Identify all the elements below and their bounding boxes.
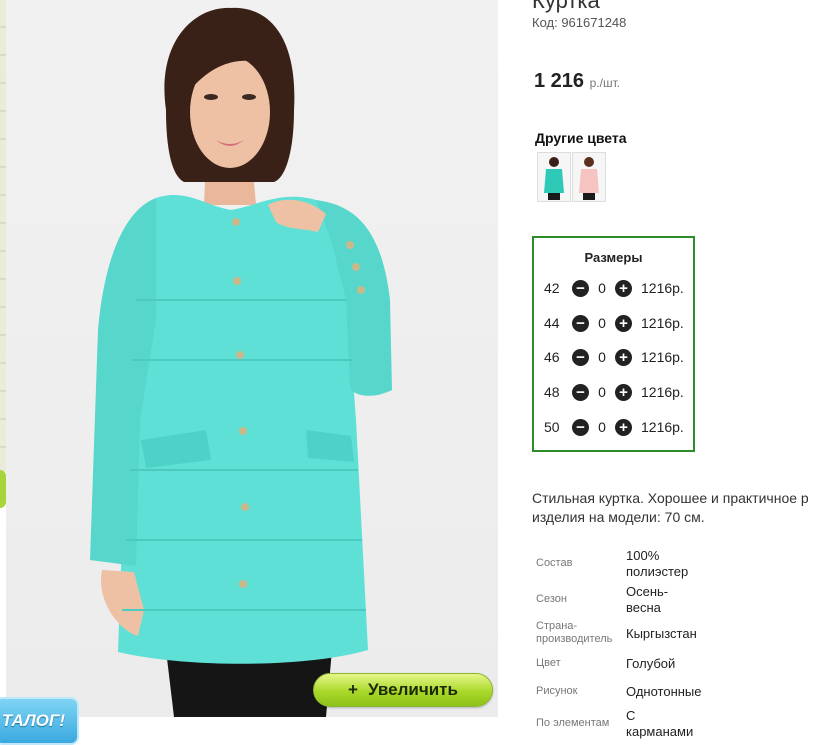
product-code: Код: 961671248: [532, 15, 627, 30]
size-price: 1216р.: [641, 280, 684, 296]
size-price: 1216р.: [641, 419, 684, 435]
attr-value-country: Кыргызстан: [626, 626, 697, 641]
plus-icon[interactable]: +: [615, 279, 632, 297]
minus-icon[interactable]: −: [572, 418, 589, 436]
catalog-badge[interactable]: ТАЛОГ!: [0, 697, 79, 745]
minus-icon[interactable]: −: [572, 314, 589, 332]
model-illustration: [90, 7, 392, 717]
plus-icon: +: [348, 680, 358, 699]
size-quantity: 0: [598, 419, 606, 435]
attr-value-color: Голубой: [626, 656, 676, 671]
color-swatch-turquoise[interactable]: [537, 152, 571, 202]
attr-label-elements: По элементам: [536, 717, 610, 729]
size-number: 50: [544, 419, 560, 435]
attr-value-season: Осень-весна: [626, 584, 669, 615]
attr-label-composition: Состав: [536, 557, 573, 569]
attr-value-elements: С карманами: [626, 708, 694, 739]
color-swatch-pink[interactable]: [572, 152, 606, 202]
product-title: Куртка: [532, 0, 600, 13]
size-row: 46 − 0 + 1216р.: [544, 347, 684, 367]
other-colors-title: Другие цвета: [535, 130, 627, 146]
size-row: 42 − 0 + 1216р.: [544, 278, 684, 298]
product-price: 1 216 р./шт.: [534, 70, 620, 93]
attr-label-pattern: Рисунок: [536, 685, 578, 697]
size-row: 50 − 0 + 1216р.: [544, 417, 684, 437]
plus-icon[interactable]: +: [615, 348, 632, 366]
product-description: Стильная куртка. Хорошее и практичное р …: [532, 489, 816, 527]
minus-icon[interactable]: −: [572, 348, 589, 366]
attr-label-color: Цвет: [536, 657, 561, 669]
attr-label-season: Сезон: [536, 593, 567, 605]
size-quantity: 0: [598, 315, 606, 331]
attr-value-composition: 100% полиэстер: [626, 548, 689, 579]
size-price: 1216р.: [641, 315, 684, 331]
plus-icon[interactable]: +: [615, 383, 632, 401]
zoom-button[interactable]: + Увеличить: [313, 673, 493, 707]
minus-icon[interactable]: −: [572, 383, 589, 401]
description-line: Стильная куртка. Хорошее и практичное р: [532, 490, 809, 506]
size-quantity: 0: [598, 384, 606, 400]
size-price: 1216р.: [641, 349, 684, 365]
plus-icon[interactable]: +: [615, 418, 632, 436]
price-value: 1 216: [534, 70, 585, 92]
swatch-turquoise-image: [544, 157, 564, 200]
sizes-panel: Размеры 42 − 0 + 1216р. 44 − 0 + 1216р. …: [532, 236, 695, 452]
size-number: 48: [544, 384, 560, 400]
plus-icon[interactable]: +: [615, 314, 632, 332]
description-line: изделия на модели: 70 см.: [532, 509, 705, 525]
price-unit: р./шт.: [589, 76, 621, 90]
sizes-title: Размеры: [584, 250, 643, 265]
size-row: 44 − 0 + 1216р.: [544, 313, 684, 333]
attr-value-pattern: Однотонные: [626, 684, 702, 699]
size-row: 48 − 0 + 1216р.: [544, 382, 684, 402]
size-price: 1216р.: [641, 384, 684, 400]
size-quantity: 0: [598, 349, 606, 365]
size-number: 46: [544, 349, 560, 365]
attr-label-country: Страна-производитель: [536, 620, 613, 645]
zoom-button-label: Увеличить: [367, 680, 458, 699]
minus-icon[interactable]: −: [572, 279, 589, 297]
size-quantity: 0: [598, 280, 606, 296]
swatch-pink-image: [579, 157, 599, 200]
size-number: 44: [544, 315, 560, 331]
product-photo[interactable]: + Увеличить: [6, 0, 498, 717]
size-number: 42: [544, 280, 560, 296]
